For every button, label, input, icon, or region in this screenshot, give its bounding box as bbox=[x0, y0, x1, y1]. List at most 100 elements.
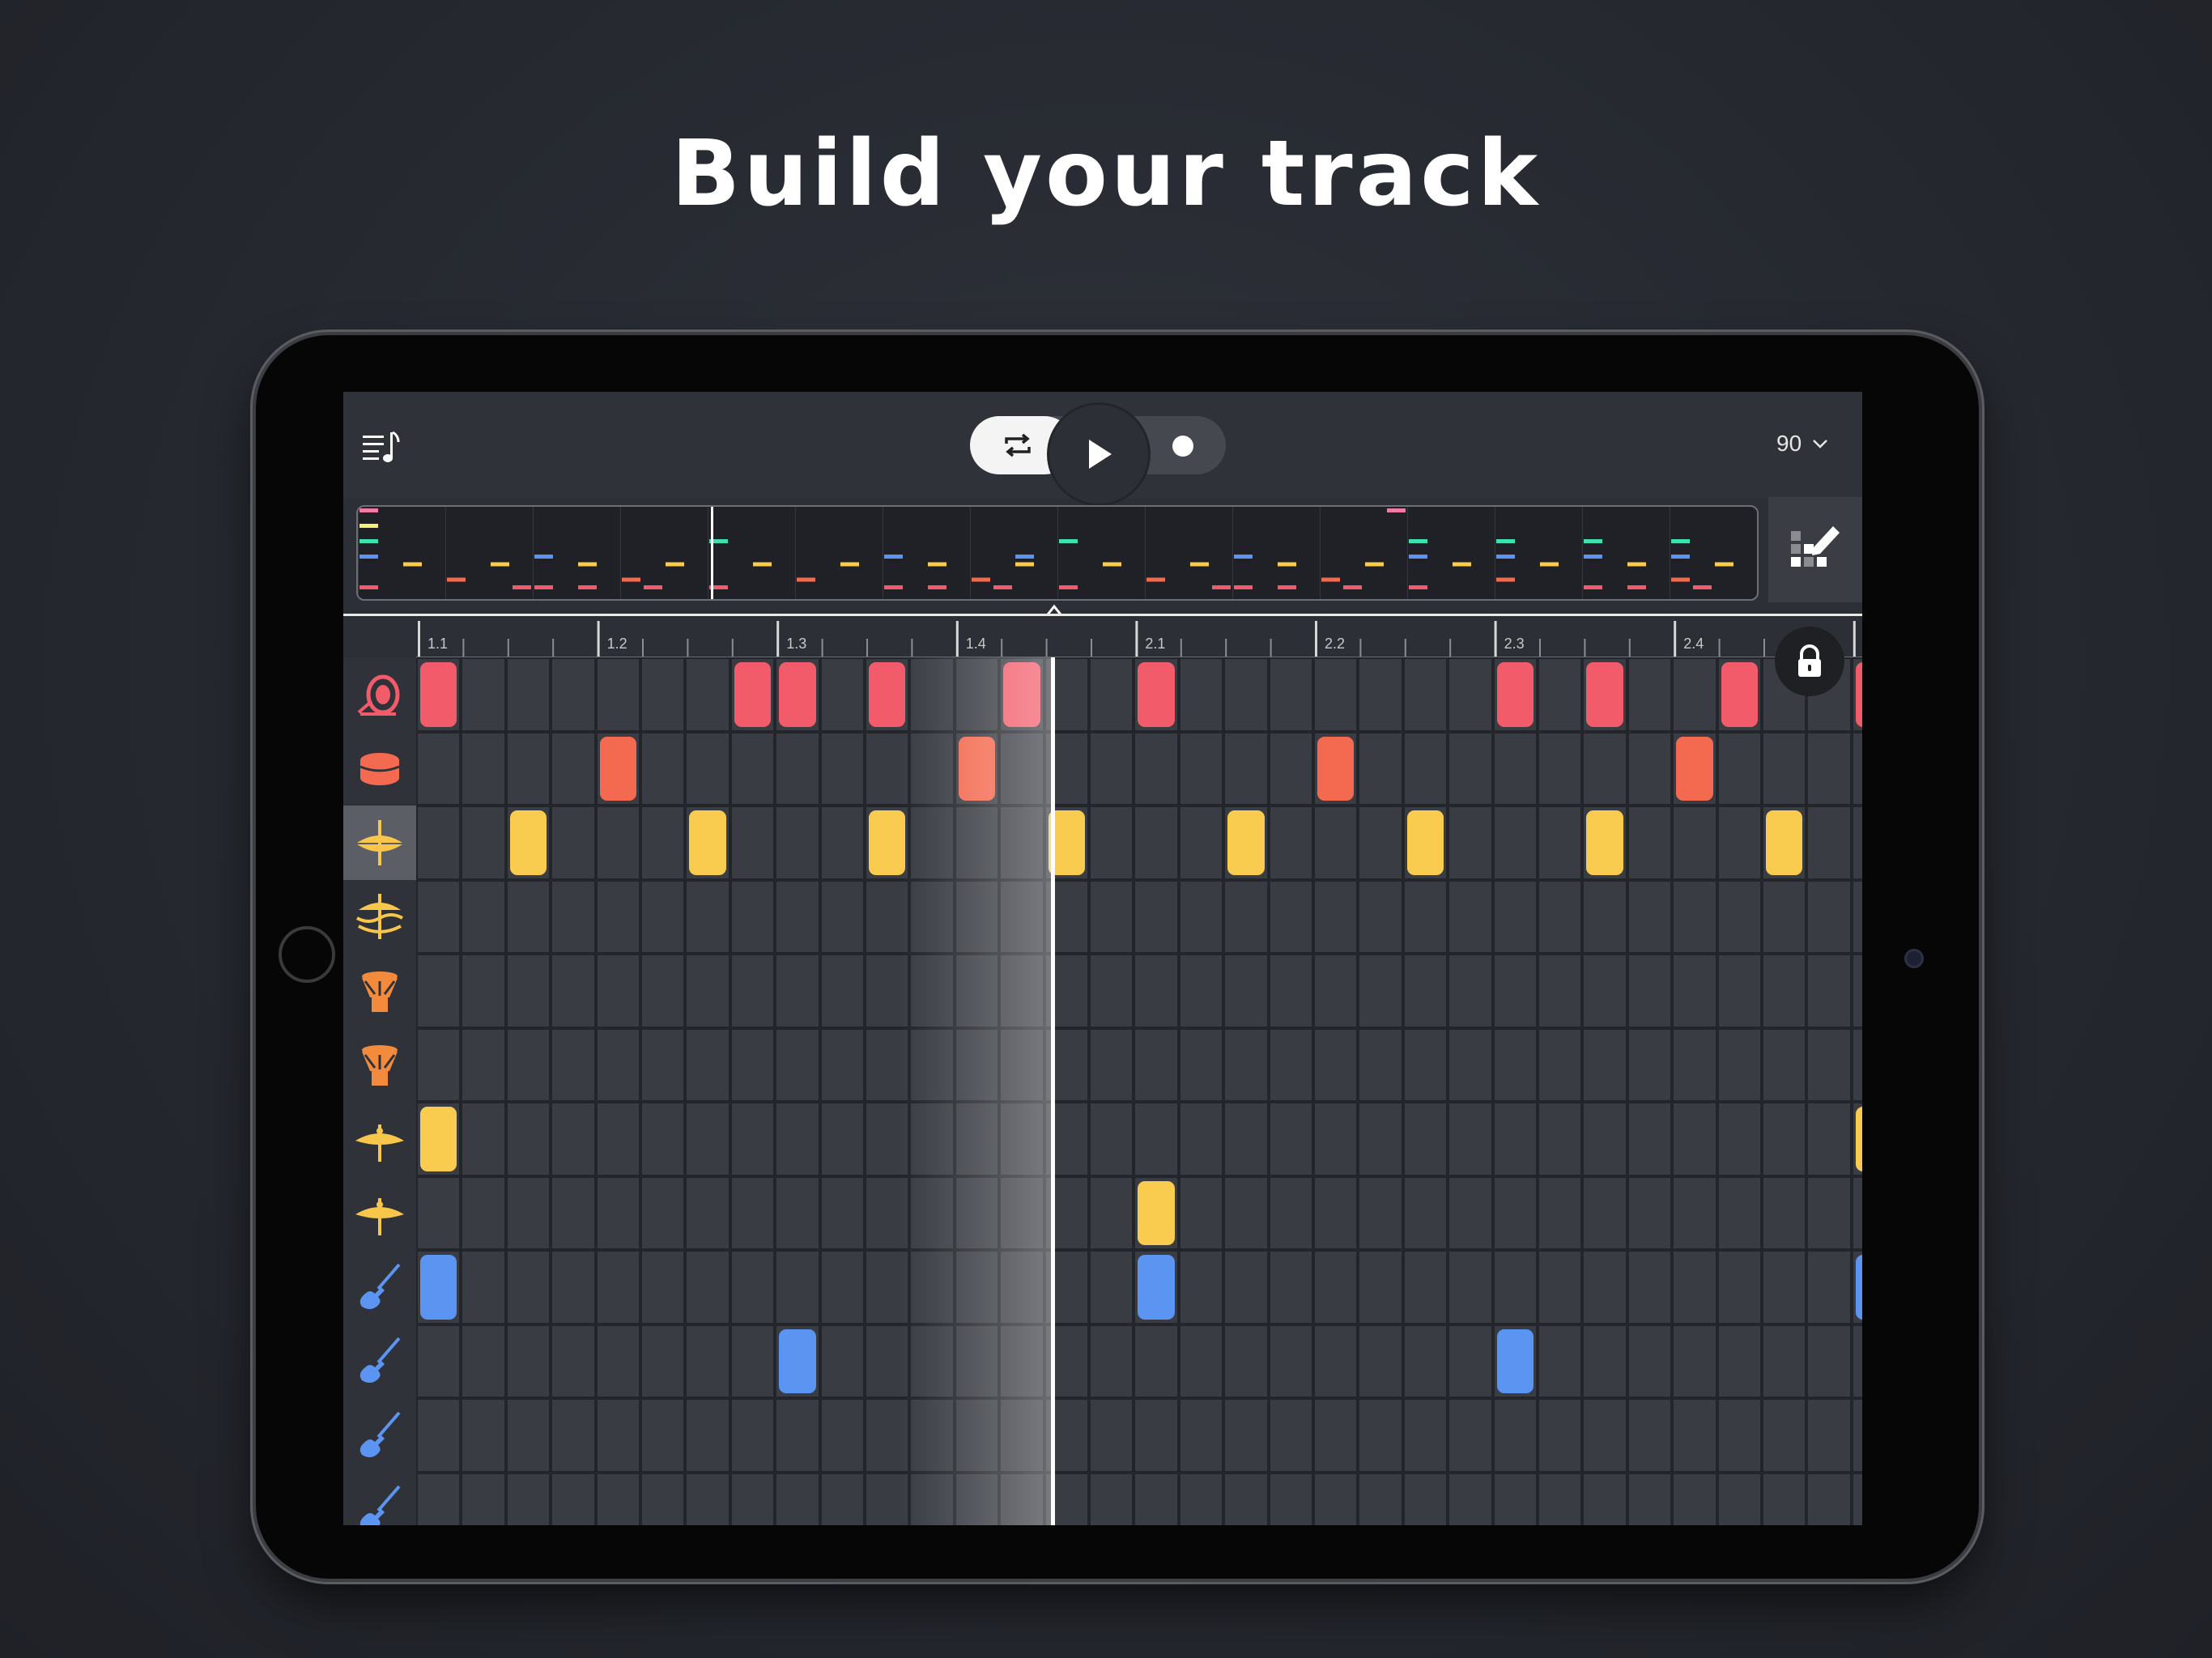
grid-cell[interactable] bbox=[1270, 733, 1312, 804]
grid-cell[interactable] bbox=[1674, 1325, 1716, 1397]
grid-cell[interactable] bbox=[1494, 881, 1536, 952]
grid-cell[interactable] bbox=[1359, 1325, 1402, 1397]
grid-cell[interactable] bbox=[1315, 1029, 1357, 1100]
grid-cell[interactable] bbox=[1404, 1103, 1447, 1175]
note-block[interactable] bbox=[1766, 810, 1803, 875]
bass-guitar-icon[interactable] bbox=[343, 1250, 416, 1324]
grid-cell[interactable] bbox=[731, 807, 774, 878]
note-block[interactable] bbox=[1138, 662, 1175, 727]
grid-cell[interactable] bbox=[1404, 955, 1447, 1027]
grid-cell[interactable] bbox=[687, 1177, 729, 1248]
grid-cell[interactable] bbox=[1853, 1325, 1862, 1397]
grid-cell[interactable] bbox=[1584, 1029, 1626, 1100]
grid-cell[interactable] bbox=[821, 1252, 863, 1323]
grid-cell[interactable] bbox=[731, 1400, 774, 1471]
grid-cell[interactable] bbox=[1001, 955, 1043, 1027]
grid-cell[interactable] bbox=[507, 1029, 550, 1100]
grid-cell[interactable] bbox=[642, 1177, 684, 1248]
grid-cell[interactable] bbox=[731, 1325, 774, 1397]
grid-cell[interactable] bbox=[597, 1029, 639, 1100]
grid-cell[interactable] bbox=[776, 955, 819, 1027]
grid-cell[interactable] bbox=[955, 807, 998, 878]
grid-cell[interactable] bbox=[1225, 881, 1267, 952]
grid-cell[interactable] bbox=[642, 1400, 684, 1471]
grid-cell[interactable] bbox=[911, 807, 953, 878]
grid-cell[interactable] bbox=[1180, 1325, 1223, 1397]
grid-cell[interactable] bbox=[552, 1325, 594, 1397]
grid-cell[interactable] bbox=[1808, 1029, 1850, 1100]
grid-cell[interactable] bbox=[687, 1325, 729, 1397]
grid-cell[interactable] bbox=[776, 1252, 819, 1323]
grid-cell[interactable] bbox=[1270, 659, 1312, 730]
grid-cell[interactable] bbox=[955, 659, 998, 730]
grid-cell[interactable] bbox=[821, 955, 863, 1027]
bass-guitar-icon[interactable] bbox=[343, 1324, 416, 1399]
lock-button[interactable] bbox=[1775, 627, 1844, 696]
grid-cell[interactable] bbox=[955, 1103, 998, 1175]
grid-cell[interactable] bbox=[462, 955, 504, 1027]
grid-cell[interactable] bbox=[1763, 1029, 1806, 1100]
grid-cell[interactable] bbox=[1494, 1103, 1536, 1175]
grid-cell[interactable] bbox=[1674, 1473, 1716, 1525]
grid-cell[interactable] bbox=[1135, 955, 1177, 1027]
grid-cell[interactable] bbox=[955, 881, 998, 952]
grid-cell[interactable] bbox=[597, 1400, 639, 1471]
grid-cell[interactable] bbox=[1449, 1177, 1491, 1248]
grid-cell[interactable] bbox=[1180, 1177, 1223, 1248]
grid-cell[interactable] bbox=[1315, 659, 1357, 730]
grid-cell[interactable] bbox=[1628, 1029, 1671, 1100]
grid-cell[interactable] bbox=[462, 733, 504, 804]
grid-cell[interactable] bbox=[1628, 1400, 1671, 1471]
grid-cell[interactable] bbox=[462, 1252, 504, 1323]
grid-cell[interactable] bbox=[1359, 659, 1402, 730]
grid-cell[interactable] bbox=[1449, 881, 1491, 952]
pattern-overview[interactable] bbox=[356, 505, 1759, 601]
grid-cell[interactable] bbox=[1494, 1029, 1536, 1100]
grid-cell[interactable] bbox=[1180, 1029, 1223, 1100]
grid-cell[interactable] bbox=[1404, 733, 1447, 804]
grid-cell[interactable] bbox=[1628, 1473, 1671, 1525]
grid-cell[interactable] bbox=[462, 1400, 504, 1471]
grid-cell[interactable] bbox=[821, 659, 863, 730]
grid-cell[interactable] bbox=[1763, 1103, 1806, 1175]
grid-cell[interactable] bbox=[1539, 659, 1581, 730]
grid-cell[interactable] bbox=[462, 1177, 504, 1248]
grid-cell[interactable] bbox=[1091, 733, 1133, 804]
grid-cell[interactable] bbox=[1135, 733, 1177, 804]
grid-cell[interactable] bbox=[687, 1252, 729, 1323]
grid-cell[interactable] bbox=[418, 1177, 460, 1248]
grid-cell[interactable] bbox=[1674, 659, 1716, 730]
grid-cell[interactable] bbox=[1763, 1400, 1806, 1471]
grid-cell[interactable] bbox=[1270, 1103, 1312, 1175]
grid-cell[interactable] bbox=[1315, 807, 1357, 878]
note-block[interactable] bbox=[420, 1255, 457, 1320]
grid-cell[interactable] bbox=[1539, 1029, 1581, 1100]
grid-cell[interactable] bbox=[821, 1473, 863, 1525]
grid-cell[interactable] bbox=[1135, 1029, 1177, 1100]
grid-cell[interactable] bbox=[911, 1252, 953, 1323]
grid-cell[interactable] bbox=[1225, 1252, 1267, 1323]
grid-cell[interactable] bbox=[1853, 955, 1862, 1027]
grid-cell[interactable] bbox=[955, 1029, 998, 1100]
grid-cell[interactable] bbox=[597, 955, 639, 1027]
grid-cell[interactable] bbox=[1225, 1177, 1267, 1248]
grid-cell[interactable] bbox=[776, 1400, 819, 1471]
grid-cell[interactable] bbox=[1584, 1400, 1626, 1471]
grid-cell[interactable] bbox=[955, 1177, 998, 1248]
grid-cell[interactable] bbox=[1808, 1400, 1850, 1471]
grid-cell[interactable] bbox=[597, 1177, 639, 1248]
grid-cell[interactable] bbox=[1584, 1252, 1626, 1323]
grid-cell[interactable] bbox=[1718, 1473, 1760, 1525]
grid-cell[interactable] bbox=[1404, 881, 1447, 952]
grid-cell[interactable] bbox=[1584, 881, 1626, 952]
grid-cell[interactable] bbox=[1808, 1103, 1850, 1175]
note-block[interactable] bbox=[599, 736, 636, 801]
note-block[interactable] bbox=[1317, 736, 1355, 801]
grid-cell[interactable] bbox=[1763, 1473, 1806, 1525]
grid-cell[interactable] bbox=[1180, 1103, 1223, 1175]
grid-cell[interactable] bbox=[597, 1103, 639, 1175]
grid-cell[interactable] bbox=[1449, 1473, 1491, 1525]
grid-cell[interactable] bbox=[1539, 1252, 1581, 1323]
grid-cell[interactable] bbox=[552, 733, 594, 804]
grid-cell[interactable] bbox=[1225, 1400, 1267, 1471]
